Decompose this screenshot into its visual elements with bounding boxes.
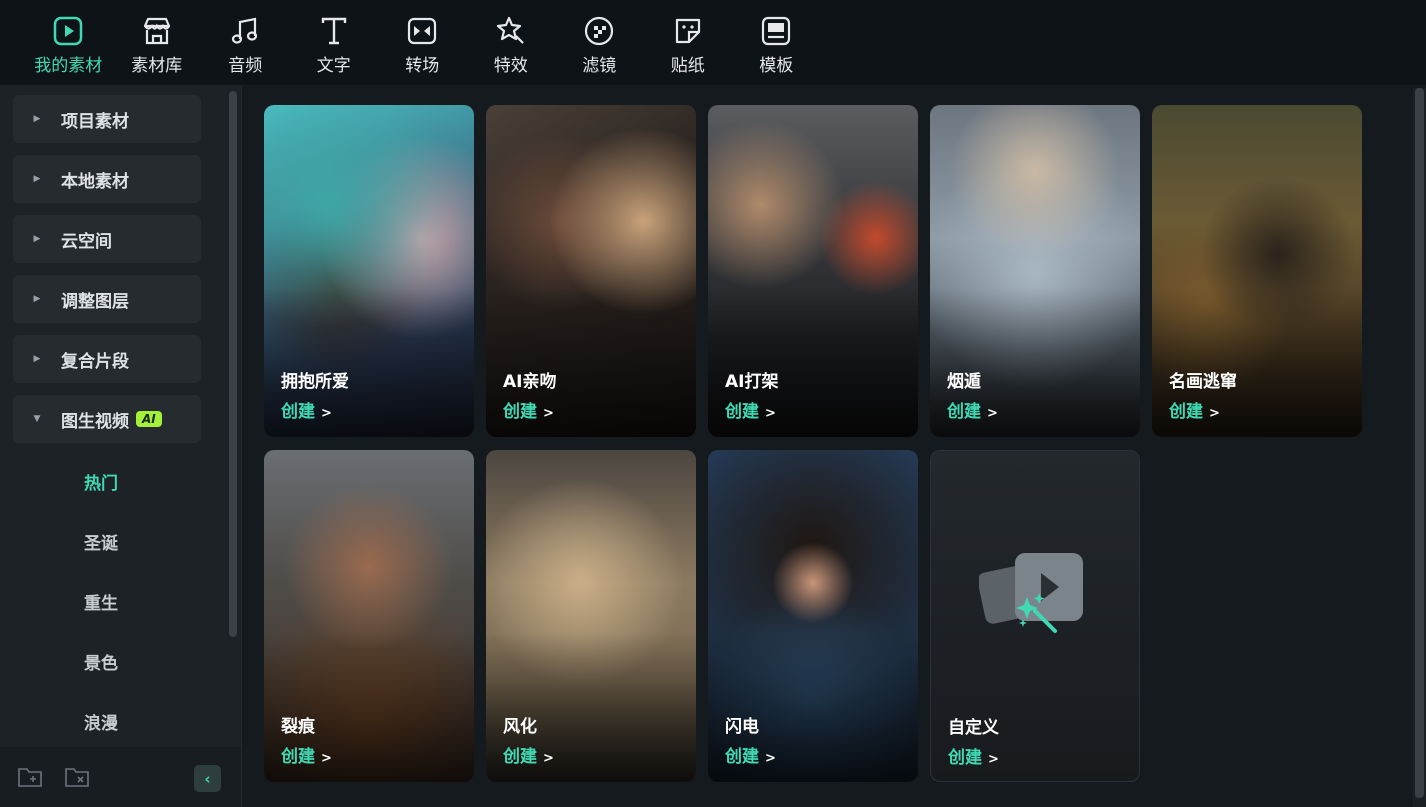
sidebar-scrollbar[interactable] <box>229 91 237 637</box>
top-toolbar: 我的素材 素材库 音频 文字 转场 特效 滤镜 贴纸 模板 <box>0 0 1426 85</box>
delete-folder-icon[interactable] <box>64 765 90 789</box>
create-link[interactable]: 创建 > <box>725 397 776 422</box>
collapse-sidebar-button[interactable]: ‹ <box>194 765 221 792</box>
effects-star-icon <box>496 16 524 44</box>
sidebar-item-project-media[interactable]: ▶ 项目素材 <box>13 95 201 143</box>
chevron-right-icon: > <box>765 406 776 421</box>
ai-badge: AI <box>136 411 162 427</box>
chevron-right-icon: > <box>988 752 999 767</box>
template-card-custom[interactable]: 自定义 创建 > <box>930 450 1140 782</box>
transition-icon <box>408 17 437 45</box>
create-link[interactable]: 创建 > <box>947 397 998 422</box>
content-scrollbar-thumb[interactable] <box>1415 88 1424 798</box>
template-card-cracks[interactable]: 裂痕 创建 > <box>264 450 474 782</box>
chevron-right-icon: > <box>543 406 554 421</box>
tab-audio[interactable]: 音频 <box>201 0 290 85</box>
chevron-right-icon: > <box>543 751 554 766</box>
template-card-embrace[interactable]: 拥抱所爱 创建 > <box>264 105 474 437</box>
sidebar-item-local-media[interactable]: ▶ 本地素材 <box>13 155 201 203</box>
tab-filter[interactable]: 滤镜 <box>555 0 644 85</box>
create-link[interactable]: 创建 > <box>281 397 332 422</box>
sidebar-subitem-christmas[interactable]: 圣诞 <box>84 529 118 554</box>
tab-template[interactable]: 模板 <box>732 0 821 85</box>
expand-arrow-icon: ▶ <box>33 234 41 244</box>
create-link[interactable]: 创建 > <box>281 742 332 767</box>
stock-store-icon <box>143 17 170 45</box>
template-card-ai-kiss[interactable]: AI亲吻 创建 > <box>486 105 696 437</box>
template-card-smoke-vanish[interactable]: 烟遁 创建 > <box>930 105 1140 437</box>
text-icon <box>321 17 346 45</box>
music-note-icon <box>232 17 258 44</box>
sidebar-subitem-rebirth[interactable]: 重生 <box>84 589 118 614</box>
tab-transition[interactable]: 转场 <box>378 0 467 85</box>
chevron-right-icon: > <box>321 406 332 421</box>
template-card-ai-fight[interactable]: AI打架 创建 > <box>708 105 918 437</box>
expand-arrow-icon: ▶ <box>33 294 41 304</box>
sidebar-footer: ‹ <box>0 747 241 807</box>
collapse-arrow-icon: ▼ <box>33 414 41 424</box>
custom-media-magic-icon <box>979 553 1083 633</box>
template-card-flash[interactable]: 闪电 创建 > <box>708 450 918 782</box>
media-browser-window: 我的素材 素材库 音频 文字 转场 特效 滤镜 贴纸 模板 ▶ 项目素材 ▶ 本… <box>0 0 1426 807</box>
sticker-icon <box>675 18 700 44</box>
sidebar: ▶ 项目素材 ▶ 本地素材 ▶ 云空间 ▶ 调整图层 ▶ 复合片段 ▼ 图生视频… <box>0 85 242 807</box>
chevron-right-icon: > <box>321 751 332 766</box>
template-card-weathering[interactable]: 风化 创建 > <box>486 450 696 782</box>
expand-arrow-icon: ▶ <box>33 174 41 184</box>
tab-my-media[interactable]: 我的素材 <box>24 0 113 85</box>
content-scrollbar[interactable] <box>1413 88 1426 807</box>
tab-stock-media[interactable]: 素材库 <box>113 0 202 85</box>
tab-effects[interactable]: 特效 <box>467 0 556 85</box>
chevron-left-icon: ‹ <box>204 769 211 788</box>
template-card-painting-escape[interactable]: 名画逃窜 创建 > <box>1152 105 1362 437</box>
new-folder-icon[interactable] <box>17 765 43 789</box>
chevron-right-icon: > <box>765 751 776 766</box>
create-link[interactable]: 创建 > <box>1169 397 1220 422</box>
create-link[interactable]: 创建 > <box>948 743 999 768</box>
sidebar-item-compound-clip[interactable]: ▶ 复合片段 <box>13 335 201 383</box>
sidebar-item-adjustment-layer[interactable]: ▶ 调整图层 <box>13 275 201 323</box>
sidebar-subitem-romance[interactable]: 浪漫 <box>84 709 118 734</box>
create-link[interactable]: 创建 > <box>503 742 554 767</box>
expand-arrow-icon: ▶ <box>33 114 41 124</box>
my-media-icon <box>54 16 83 46</box>
chevron-right-icon: > <box>987 406 998 421</box>
sidebar-subitem-popular[interactable]: 热门 <box>84 469 118 494</box>
sidebar-item-cloud[interactable]: ▶ 云空间 <box>13 215 201 263</box>
chevron-right-icon: > <box>1209 406 1220 421</box>
create-link[interactable]: 创建 > <box>503 397 554 422</box>
create-link[interactable]: 创建 > <box>725 742 776 767</box>
tab-text[interactable]: 文字 <box>290 0 379 85</box>
tab-sticker[interactable]: 贴纸 <box>644 0 733 85</box>
template-icon <box>762 16 791 46</box>
sidebar-item-image-to-video[interactable]: ▼ 图生视频 AI <box>13 395 201 443</box>
expand-arrow-icon: ▶ <box>33 354 41 364</box>
sidebar-subitem-scenery[interactable]: 景色 <box>84 649 118 674</box>
filter-icon <box>585 16 614 46</box>
